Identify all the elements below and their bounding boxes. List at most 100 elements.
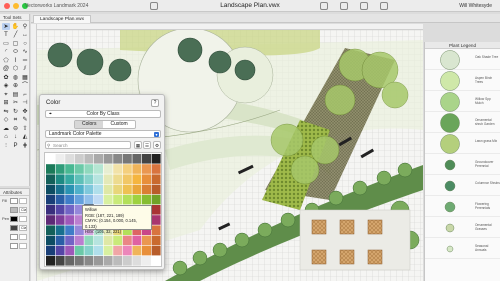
color-swatch[interactable]: [122, 184, 132, 195]
color-swatch[interactable]: [142, 164, 151, 174]
color-swatch[interactable]: [113, 245, 123, 256]
road-icon[interactable]: ⫶: [2, 142, 10, 149]
color-swatch[interactable]: [55, 154, 65, 164]
attribute-swatch[interactable]: [10, 224, 18, 231]
color-swatch[interactable]: [84, 184, 94, 195]
label-icon[interactable]: ⌗: [12, 117, 20, 124]
color-swatch[interactable]: [94, 184, 103, 195]
color-swatch[interactable]: [46, 184, 55, 195]
grade-icon[interactable]: ◭: [21, 134, 29, 141]
parking-icon[interactable]: P: [12, 142, 20, 149]
massing-icon[interactable]: ◍: [12, 74, 20, 81]
color-swatch[interactable]: [55, 245, 65, 256]
plant-legend-item[interactable]: Ornamental Grasses: [425, 217, 500, 238]
plant-legend-item[interactable]: Columnar Shrubs: [425, 175, 500, 196]
color-swatch[interactable]: [142, 235, 151, 246]
offset-icon[interactable]: ⫽: [21, 66, 29, 73]
color-swatch[interactable]: [46, 256, 55, 266]
color-swatch[interactable]: [55, 174, 65, 184]
color-swatch[interactable]: [103, 256, 113, 266]
color-swatch[interactable]: [122, 235, 132, 246]
palette-select[interactable]: Landmark Color Palette ▾: [45, 130, 161, 138]
palette-options-button[interactable]: ⚙: [153, 141, 161, 149]
eyedropper-icon[interactable]: ⌖: [2, 91, 10, 98]
fence-icon[interactable]: ⋕: [21, 142, 29, 149]
attribute-row[interactable]: Class Style: [0, 205, 29, 214]
color-swatch[interactable]: [46, 235, 55, 246]
color-swatch[interactable]: [113, 194, 123, 205]
view-options-icon[interactable]: [320, 2, 328, 10]
color-swatch[interactable]: [132, 245, 142, 256]
color-swatch[interactable]: [142, 194, 151, 205]
color-swatch[interactable]: [55, 184, 65, 195]
color-swatch[interactable]: [65, 174, 75, 184]
color-swatch[interactable]: [103, 194, 113, 205]
color-swatch[interactable]: [151, 235, 161, 246]
color-swatch[interactable]: [84, 235, 94, 246]
zoom-icon[interactable]: ⚲: [21, 23, 29, 30]
attribute-row[interactable]: Fill: [0, 196, 29, 205]
mirror-icon[interactable]: ⇋: [2, 108, 10, 115]
attribute-value[interactable]: [19, 233, 27, 240]
color-swatch[interactable]: [65, 205, 75, 215]
color-swatch[interactable]: [74, 235, 84, 246]
color-swatch[interactable]: [65, 194, 75, 205]
plant-legend-item[interactable]: Willow Spp Mulch: [425, 91, 500, 112]
color-by-class-button[interactable]: ⌖ Color By Class: [45, 110, 161, 118]
color-swatch[interactable]: [84, 256, 94, 266]
color-swatch[interactable]: [46, 205, 55, 215]
polyline-icon[interactable]: ⌇: [12, 57, 20, 64]
color-swatch[interactable]: [132, 174, 142, 184]
color-swatch[interactable]: [65, 215, 75, 225]
render-mode-icon[interactable]: [340, 2, 348, 10]
color-swatch[interactable]: [151, 245, 161, 256]
color-search-input[interactable]: ⚲ Search: [45, 141, 131, 149]
color-swatch[interactable]: [46, 245, 55, 256]
color-swatch[interactable]: [132, 235, 142, 246]
arc-icon[interactable]: ◜: [2, 49, 10, 56]
hardscape-icon[interactable]: ▦: [21, 74, 29, 81]
list-view-button[interactable]: ☰: [143, 141, 151, 149]
color-swatch[interactable]: [132, 164, 142, 174]
trim-icon[interactable]: ⊣: [21, 100, 29, 107]
dimension-icon[interactable]: ↔: [21, 32, 29, 39]
irrigation-icon[interactable]: ⊕: [12, 83, 20, 90]
color-swatch[interactable]: [151, 256, 161, 266]
color-swatch[interactable]: [142, 174, 151, 184]
color-swatch[interactable]: [55, 235, 65, 246]
attribute-value[interactable]: Class Style: [19, 206, 27, 213]
color-swatch[interactable]: [113, 256, 123, 266]
north-arrow-icon[interactable]: ⇧: [21, 125, 29, 132]
line-icon[interactable]: ╱: [12, 32, 20, 39]
attribute-value[interactable]: [19, 242, 27, 249]
color-swatch[interactable]: [113, 174, 123, 184]
color-swatch[interactable]: [84, 164, 94, 174]
color-swatch[interactable]: [84, 154, 94, 164]
color-swatch[interactable]: [113, 164, 123, 174]
color-swatch[interactable]: [74, 256, 84, 266]
split-icon[interactable]: ✂: [12, 100, 20, 107]
color-swatch[interactable]: [132, 256, 142, 266]
spiral-icon[interactable]: @: [2, 66, 10, 73]
color-swatch[interactable]: [122, 245, 132, 256]
color-swatch[interactable]: [103, 245, 113, 256]
color-swatch[interactable]: [142, 154, 151, 164]
callout-icon[interactable]: ✎: [21, 117, 29, 124]
attribute-swatch[interactable]: [10, 215, 18, 222]
color-swatch[interactable]: [74, 245, 84, 256]
attribute-swatch[interactable]: [10, 242, 18, 249]
plant-legend-item[interactable]: Oak Shade Tree: [425, 49, 500, 70]
color-swatch[interactable]: [142, 184, 151, 195]
color-swatch[interactable]: [151, 205, 161, 215]
color-swatch[interactable]: [151, 154, 161, 164]
color-swatch[interactable]: [103, 154, 113, 164]
attribute-value[interactable]: [19, 197, 27, 204]
color-swatch[interactable]: [65, 235, 75, 246]
attribute-value[interactable]: Class Style: [19, 224, 27, 231]
color-swatch[interactable]: [65, 154, 75, 164]
color-swatch[interactable]: [151, 174, 161, 184]
rotate-icon[interactable]: ↻: [12, 108, 20, 115]
color-swatch[interactable]: [46, 215, 55, 225]
revision-cloud-icon[interactable]: ☁: [2, 125, 10, 132]
attribute-row[interactable]: Class Style: [0, 223, 29, 232]
